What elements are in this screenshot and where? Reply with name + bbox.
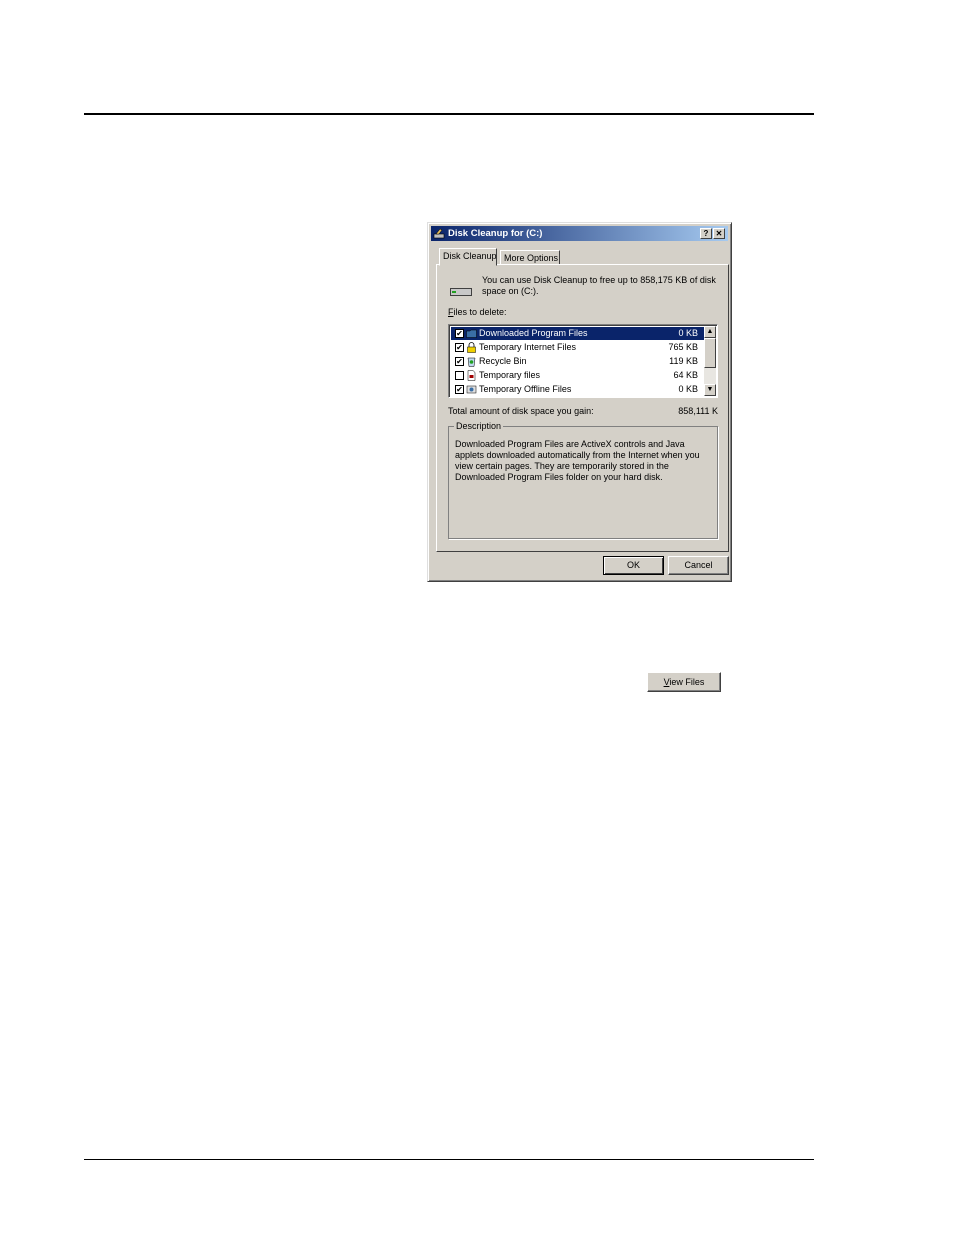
scroll-up-icon[interactable]: ▲ <box>704 326 716 338</box>
file-size: 119 KB <box>669 356 698 366</box>
checkbox[interactable]: ✔ <box>455 385 464 394</box>
file-icon <box>467 370 476 381</box>
description-text: Downloaded Program Files are ActiveX con… <box>455 439 700 482</box>
file-name: Recycle Bin <box>479 356 527 366</box>
checkbox[interactable]: ✔ <box>455 329 464 338</box>
files-to-delete-label: Files to delete: <box>448 307 507 317</box>
header-rule <box>84 113 814 115</box>
file-size: 64 KB <box>673 370 698 380</box>
list-item[interactable]: ✔ Recycle Bin 119 KB <box>451 355 704 368</box>
list-item[interactable]: Temporary files 64 KB <box>451 369 704 382</box>
file-name: Temporary files <box>479 370 541 380</box>
description-legend: Description <box>454 421 504 431</box>
checkbox[interactable] <box>455 371 464 380</box>
dialog-title: Disk Cleanup for (C:) <box>448 228 543 239</box>
tab-panel: You can use Disk Cleanup to free up to 8… <box>436 264 729 692</box>
checkbox[interactable]: ✔ <box>455 343 464 352</box>
file-name: Downloaded Program Files <box>479 328 588 338</box>
view-files-button[interactable]: View Files <box>647 672 721 692</box>
list-item[interactable]: ✔ Temporary Internet Files 765 KB <box>451 341 704 354</box>
description-group: Description Downloaded Program Files are… <box>448 421 721 692</box>
help-button[interactable]: ? <box>700 228 712 239</box>
file-name: Temporary Internet Files <box>479 342 577 352</box>
intro-text: You can use Disk Cleanup to free up to 8… <box>482 275 716 296</box>
list-item[interactable]: ✔ Downloaded Program Files 0 KB <box>451 327 704 340</box>
file-name: Temporary Offline Files <box>479 384 572 394</box>
disk-cleanup-dialog: Disk Cleanup for (C:) ? ✕ Disk Cleanup M… <box>427 222 732 692</box>
folder-icon <box>466 329 477 338</box>
hard-drive-icon <box>450 288 472 296</box>
tab-disk-cleanup[interactable]: Disk Cleanup <box>439 248 497 266</box>
cancel-button[interactable]: Cancel <box>668 556 729 575</box>
total-space-label: Total amount of disk space you gain: <box>448 406 594 416</box>
list-item[interactable]: ✔ Temporary Offline Files 0 KB <box>451 383 704 396</box>
files-list-scrollbar[interactable]: ▲ ▼ <box>704 326 716 396</box>
view-files-label: iew Files <box>669 677 705 687</box>
lock-icon <box>467 342 476 353</box>
total-space-value: 858,111 K <box>678 406 718 416</box>
file-size: 0 KB <box>678 384 698 394</box>
recycle-bin-icon <box>467 357 476 367</box>
ok-button[interactable]: OK <box>603 556 664 575</box>
file-size: 0 KB <box>678 328 698 338</box>
footer-rule <box>84 1159 814 1160</box>
files-list[interactable]: ✔ Downloaded Program Files 0 KB ✔ Tempor… <box>448 324 718 398</box>
scroll-thumb[interactable] <box>704 338 716 368</box>
tab-more-options[interactable]: More Options <box>500 250 560 265</box>
offline-files-icon <box>466 385 477 394</box>
files-label-text: iles to delete: <box>453 307 507 317</box>
checkbox[interactable]: ✔ <box>455 357 464 366</box>
disk-cleanup-icon <box>433 228 445 239</box>
scroll-down-icon[interactable]: ▼ <box>704 384 716 396</box>
file-size: 765 KB <box>668 342 698 352</box>
close-button[interactable]: ✕ <box>713 228 725 239</box>
title-bar[interactable]: Disk Cleanup for (C:) ? ✕ <box>431 226 728 241</box>
